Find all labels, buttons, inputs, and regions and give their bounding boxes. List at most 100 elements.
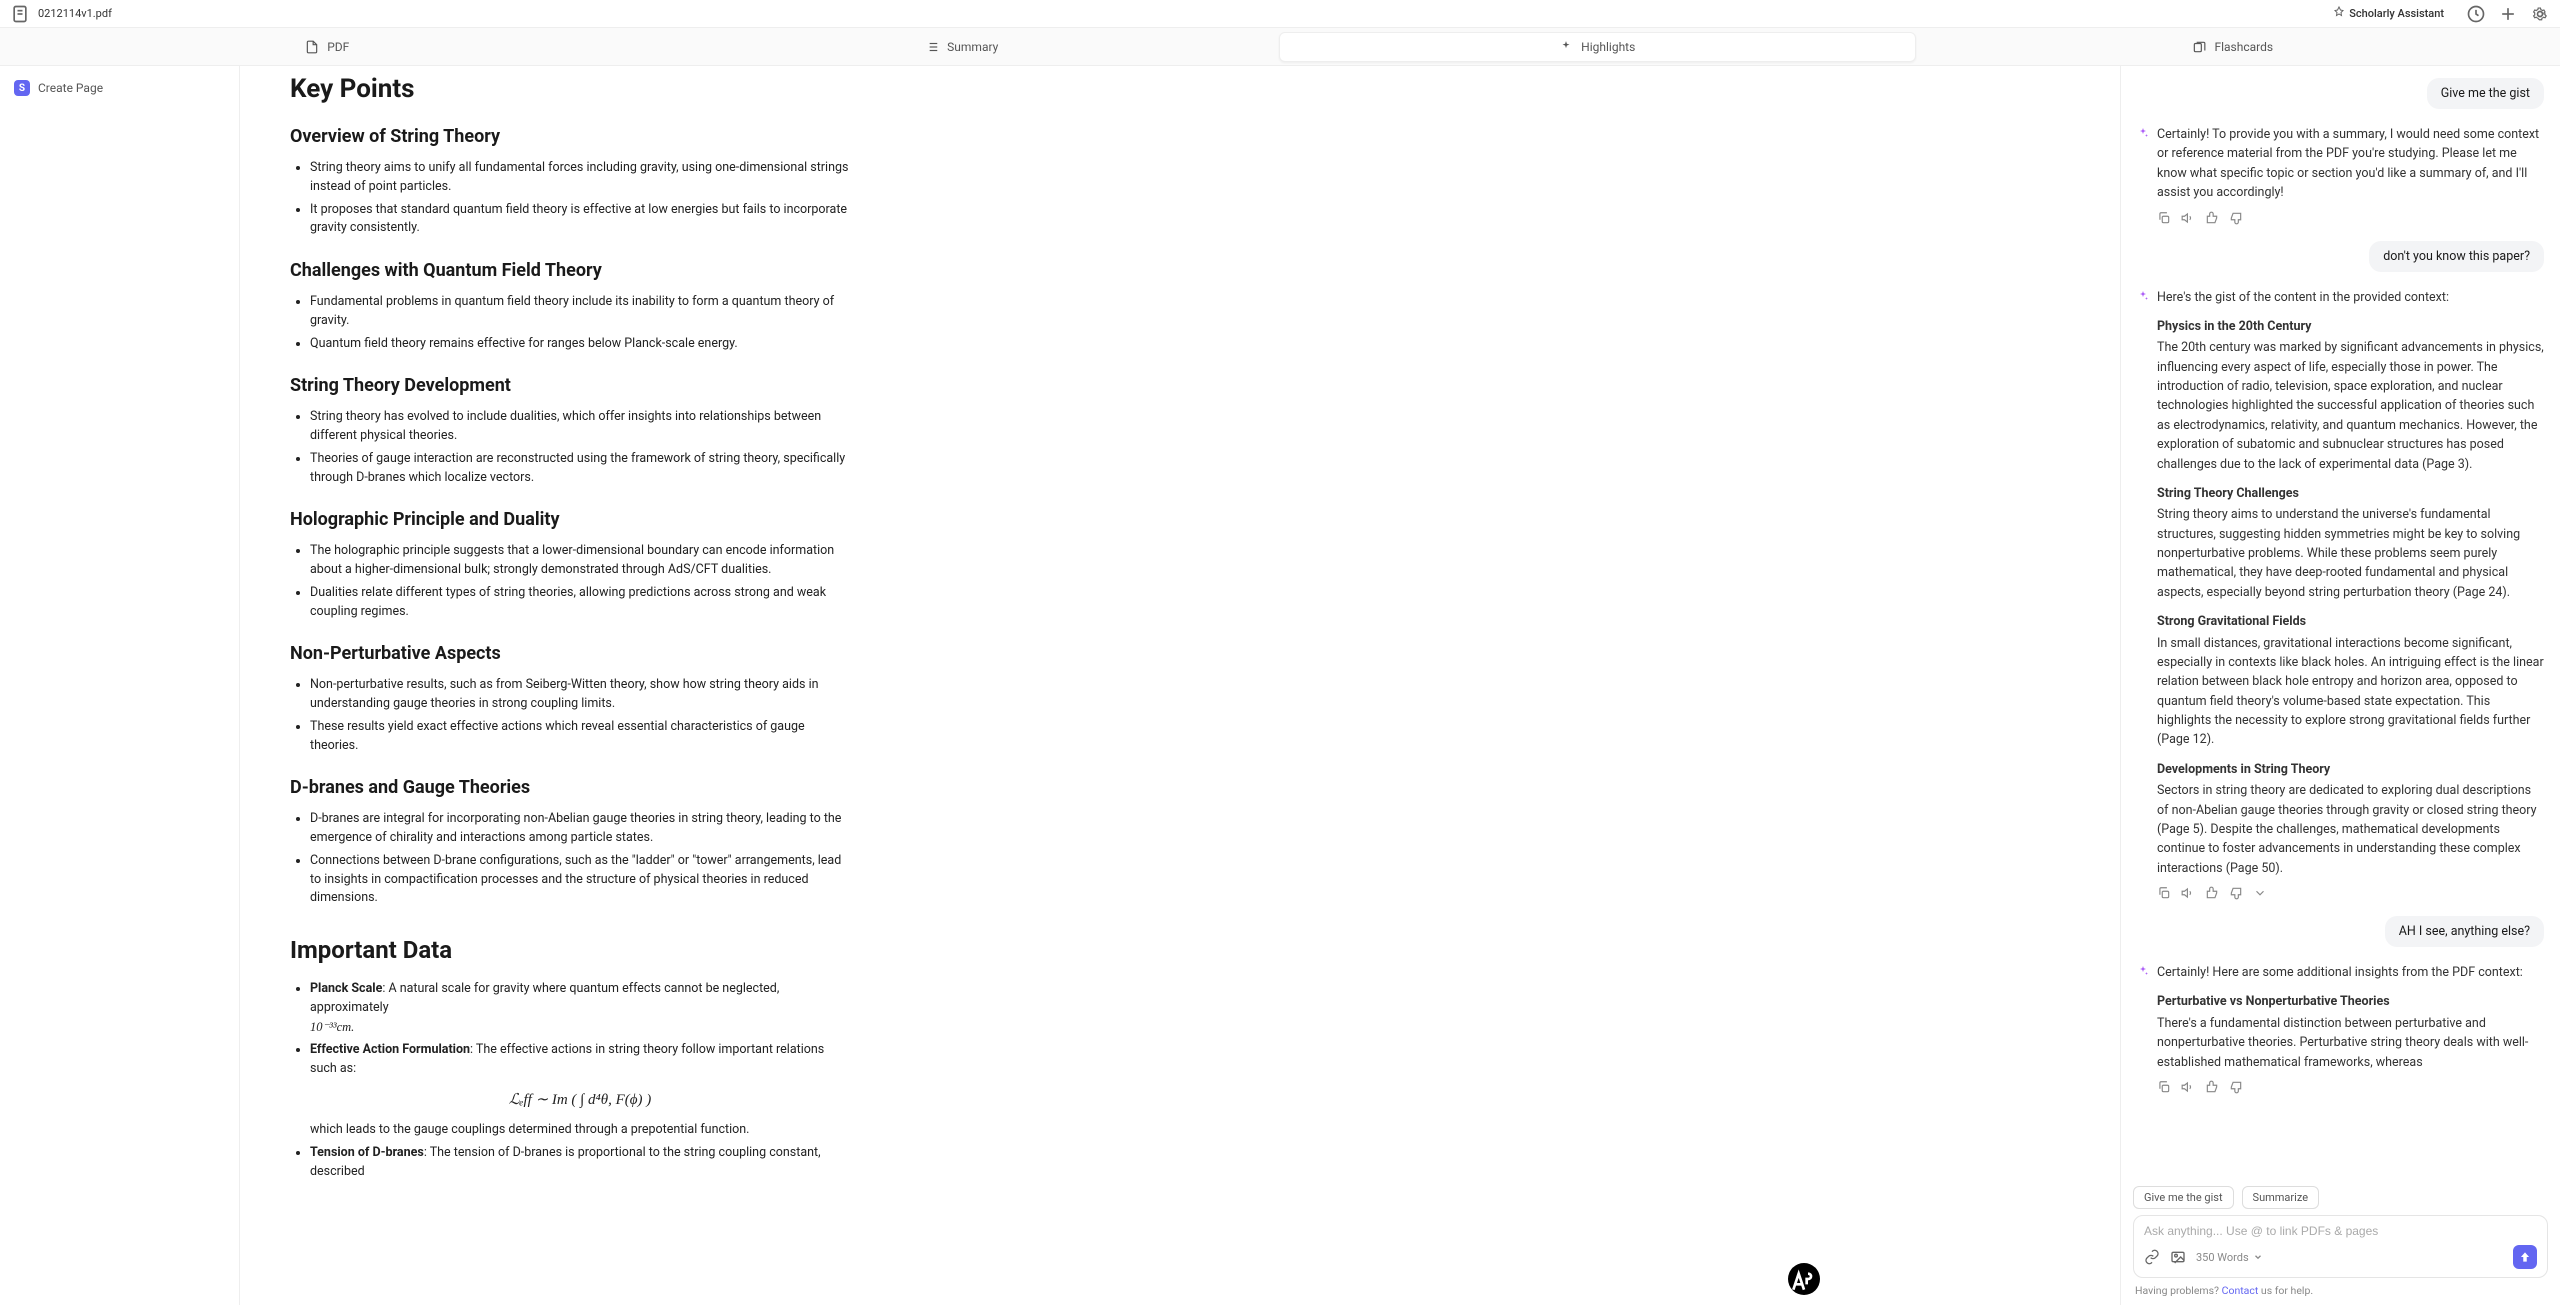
copy-icon[interactable] [2157,211,2171,225]
thumbs-up-icon[interactable] [2205,1080,2219,1094]
ai-message: Certainly! To provide you with a summary… [2137,125,2544,225]
chip-summarize[interactable]: Summarize [2242,1186,2319,1209]
sparkle-icon [2137,965,2149,1094]
tab-label: Flashcards [2214,40,2273,54]
plus-icon[interactable] [2498,4,2518,24]
tab-label: Summary [947,40,998,54]
word-count[interactable]: 350 Words [2196,1251,2263,1264]
topbar: 0212114v1.pdf Scholarly Assistant [0,0,2560,28]
sparkle-icon [2137,127,2149,225]
ai-section-title: String Theory Challenges [2157,484,2544,503]
sparkle-icon [1559,40,1573,54]
ai-content: Certainly! Here are some additional insi… [2157,963,2544,1094]
ai-section-title: Physics in the 20th Century [2157,317,2544,336]
history-icon[interactable] [2466,4,2486,24]
section-heading: Holographic Principle and Duality [290,509,850,530]
tab-label: PDF [327,40,349,54]
content-area: Key Points Overview of String Theory Stri… [240,66,2120,1305]
list-item: String theory aims to unify all fundamen… [310,159,850,197]
chat-body: Give me the gist Certainly! To provide yo… [2121,66,2560,1178]
speaker-icon[interactable] [2181,886,2195,900]
chevron-down-icon[interactable] [2253,886,2267,900]
thumbs-up-icon[interactable] [2205,886,2219,900]
ai-section-body: In small distances, gravitational intera… [2157,634,2544,750]
fab-button[interactable] [1788,1263,1820,1295]
section-heading: String Theory Development [290,375,850,396]
page-title: Key Points [290,74,850,104]
list-item: Dualities relate different types of stri… [310,584,850,622]
list-item: Fundamental problems in quantum field th… [310,293,850,331]
left-rail: S Create Page [0,66,240,1305]
tab-highlights[interactable]: Highlights [1279,32,1916,62]
thumbs-down-icon[interactable] [2229,211,2243,225]
ai-message: Here's the gist of the content in the pr… [2137,288,2544,901]
send-button[interactable] [2513,1245,2537,1269]
copy-icon[interactable] [2157,886,2171,900]
ai-section-body: There's a fundamental distinction betwee… [2157,1014,2544,1072]
thumbs-up-icon[interactable] [2205,211,2219,225]
tab-pdf[interactable]: PDF [10,32,645,62]
cards-icon [2192,40,2206,54]
chat-footer: Give me the gist Summarize 350 Words [2121,1178,2560,1305]
ai-content: Here's the gist of the content in the pr… [2157,288,2544,901]
speaker-icon[interactable] [2181,1080,2195,1094]
contact-link[interactable]: Contact [2222,1284,2259,1297]
tab-label: Highlights [1581,40,1635,54]
user-message: AH I see, anything else? [2385,916,2544,947]
tab-flashcards[interactable]: Flashcards [1916,32,2551,62]
chat-input[interactable] [2144,1224,2537,1238]
chevron-down-icon [2253,1252,2263,1262]
important-list: Planck Scale: A natural scale for gravit… [290,980,850,1182]
create-page-button[interactable]: S Create Page [10,76,229,100]
ai-section-title: Perturbative vs Nonperturbative Theories [2157,992,2544,1011]
section-list: D-branes are integral for incorporating … [290,810,850,908]
section-list: Fundamental problems in quantum field th… [290,293,850,353]
filename: 0212114v1.pdf [38,7,112,20]
ai-section-body: Sectors in string theory are dedicated t… [2157,781,2544,878]
message-actions [2157,1080,2544,1094]
tab-summary[interactable]: Summary [645,32,1280,62]
ai-section-body: The 20th century was marked by significa… [2157,338,2544,474]
list-item: Non-perturbative results, such as from S… [310,676,850,714]
ai-message: Certainly! Here are some additional insi… [2137,963,2544,1094]
thumbs-down-icon[interactable] [2229,886,2243,900]
help-line: Having problems? Contact us for help. [2133,1278,2548,1301]
section-heading: Challenges with Quantum Field Theory [290,260,850,281]
user-message: don't you know this paper? [2369,241,2544,272]
list-icon [925,40,939,54]
list-item: Planck Scale: A natural scale for gravit… [310,980,850,1037]
thumbs-down-icon[interactable] [2229,1080,2243,1094]
sparkle-icon [2137,290,2149,901]
document-icon[interactable] [10,4,30,24]
section-list: Non-perturbative results, such as from S… [290,676,850,755]
pin-icon[interactable] [2329,4,2349,24]
list-item: These results yield exact effective acti… [310,718,850,756]
copy-icon[interactable] [2157,1080,2171,1094]
list-item: Effective Action Formulation: The effect… [310,1041,850,1140]
section-list: The holographic principle suggests that … [290,542,850,621]
user-message: Give me the gist [2427,78,2544,109]
section-list: String theory aims to unify all fundamen… [290,159,850,238]
section-heading: Non-Perturbative Aspects [290,643,850,664]
ai-content: Certainly! To provide you with a summary… [2157,125,2544,225]
ai-section-title: Strong Gravitational Fields [2157,612,2544,631]
tabs-row: PDF Summary Highlights Flashcards [0,28,2560,66]
list-item: Theories of gauge interaction are recons… [310,450,850,488]
file-icon [305,40,319,54]
list-item: The holographic principle suggests that … [310,542,850,580]
list-item: Quantum field theory remains effective f… [310,335,850,354]
chat-panel: Give me the gist Certainly! To provide yo… [2120,66,2560,1305]
chip-gist[interactable]: Give me the gist [2133,1186,2234,1209]
settings-icon[interactable] [2530,4,2550,24]
list-item: String theory has evolved to include dua… [310,408,850,446]
section-heading: Overview of String Theory [290,126,850,147]
list-item: Tension of D-branes: The tension of D-br… [310,1144,850,1182]
speaker-icon[interactable] [2181,211,2195,225]
create-badge-icon: S [14,80,30,96]
image-icon[interactable] [2170,1249,2186,1265]
list-item: Connections between D-brane configuratio… [310,852,850,908]
section-heading: D-branes and Gauge Theories [290,777,850,798]
link-icon[interactable] [2144,1249,2160,1265]
ai-section-body: String theory aims to understand the uni… [2157,505,2544,602]
list-item: It proposes that standard quantum field … [310,201,850,239]
